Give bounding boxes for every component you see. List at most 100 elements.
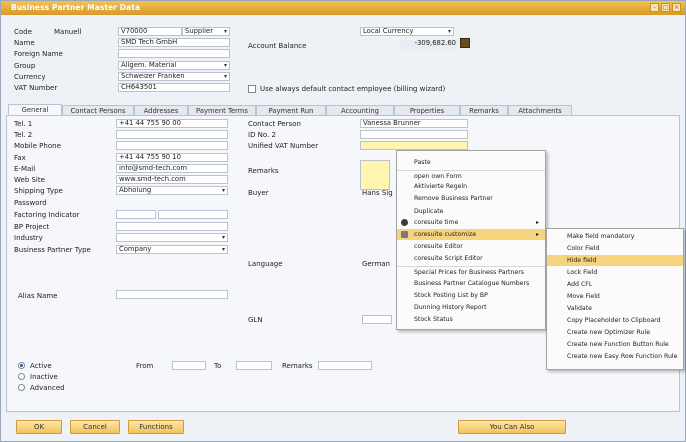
alias-name-label: Alias Name	[18, 292, 58, 300]
menu-item-duplicate[interactable]: Duplicate	[397, 206, 545, 217]
website-field[interactable]: www.smd-tech.com	[116, 175, 228, 184]
language-label: Language	[248, 260, 283, 268]
account-balance-value: -309,682.60	[400, 40, 458, 49]
shipping-type-select[interactable]: Abholung	[116, 186, 228, 195]
customize-submenu: Make field mandatory Color Field Hide fi…	[546, 228, 684, 370]
advanced-radio[interactable]	[18, 384, 25, 391]
menu-item-coresuite-script-editor[interactable]: coresuite Script Editor	[397, 253, 545, 264]
contact-person-field[interactable]: Vanessa Brunner	[360, 119, 468, 128]
buyer-value[interactable]: Hans Sig	[362, 189, 393, 197]
code-series[interactable]: Manuell	[54, 28, 81, 36]
bp-project-field[interactable]	[116, 222, 228, 231]
vat-label: VAT Number	[14, 84, 58, 92]
submenu-item-hide-field[interactable]: Hide field	[547, 255, 683, 266]
inactive-label: Inactive	[30, 373, 58, 381]
close-icon[interactable]: ×	[672, 3, 681, 12]
status-remarks-label: Remarks	[282, 362, 313, 370]
alias-name-field[interactable]	[116, 290, 228, 299]
balance-drilldown-icon[interactable]	[460, 38, 470, 48]
minimize-icon[interactable]: –	[650, 3, 659, 12]
menu-item-coresuite-time-label: coresuite time	[414, 219, 459, 226]
menu-item-dunning-history[interactable]: Dunning History Report	[397, 302, 545, 313]
menu-item-special-prices[interactable]: Special Prices for Business Partners	[397, 266, 545, 277]
mobile-phone-field[interactable]	[116, 141, 228, 150]
active-radio[interactable]	[18, 362, 25, 369]
unified-vat-label: Unified VAT Number	[248, 142, 319, 150]
currency-select[interactable]: Schweizer Franken	[118, 72, 230, 81]
tel1-field[interactable]: +41 44 755 90 00	[116, 119, 228, 128]
menu-item-coresuite-customize[interactable]: coresuite customize ▸	[397, 229, 545, 240]
password-label: Password	[14, 199, 47, 207]
id-no2-label: ID No. 2	[248, 131, 276, 139]
status-remarks-field[interactable]	[318, 361, 372, 370]
to-date-field[interactable]	[236, 361, 272, 370]
you-can-also-button[interactable]: You Can Also	[458, 420, 566, 434]
bp-type-label: Business Partner Type	[14, 246, 91, 254]
factoring-indicator-label: Factoring Indicator	[14, 211, 80, 219]
group-select[interactable]: Allgem. Material	[118, 61, 230, 70]
clock-icon	[401, 219, 408, 226]
contact-person-label: Contact Person	[248, 120, 301, 128]
submenu-item-function-button-rule[interactable]: Create new Function Button Rule	[547, 339, 683, 350]
window-title: Business Partner Master Data	[11, 3, 141, 12]
menu-item-coresuite-editor[interactable]: coresuite Editor	[397, 241, 545, 252]
submenu-item-optimizer-rule[interactable]: Create new Optimizer Rule	[547, 327, 683, 338]
local-currency-select[interactable]: Local Currency	[360, 27, 454, 36]
chevron-right-icon: ▸	[535, 231, 539, 238]
menu-item-stock-posting-list[interactable]: Stock Posting List by BP	[397, 290, 545, 301]
foreign-name-field[interactable]	[118, 49, 230, 58]
from-date-field[interactable]	[172, 361, 206, 370]
submenu-item-color-field[interactable]: Color Field	[547, 243, 683, 254]
menu-item-stock-status[interactable]: Stock Status	[397, 314, 545, 325]
vat-field[interactable]: CH643501	[118, 83, 230, 92]
default-contact-label: Use always default contact employee (bil…	[260, 85, 446, 93]
remarks-field[interactable]	[360, 160, 390, 190]
menu-item-coresuite-customize-label: coresuite customize	[414, 231, 477, 238]
menu-item-coresuite-time[interactable]: coresuite time ▸	[397, 217, 545, 228]
bp-type-select[interactable]: Supplier	[182, 27, 230, 36]
menu-item-paste[interactable]: Paste	[397, 157, 545, 168]
context-menu: Paste open own Form Aktivierte Regeln Re…	[396, 150, 546, 330]
gln-field[interactable]	[362, 315, 392, 324]
id-no2-field[interactable]	[360, 130, 468, 139]
submenu-item-add-cfl[interactable]: Add CFL	[547, 279, 683, 290]
currency-label: Currency	[14, 73, 46, 81]
maximize-icon[interactable]: □	[661, 3, 670, 12]
advanced-label: Advanced	[30, 384, 65, 392]
foreign-name-label: Foreign Name	[14, 50, 63, 58]
industry-label: Industry	[14, 234, 43, 242]
to-label: To	[214, 362, 222, 370]
inactive-radio[interactable]	[18, 373, 25, 380]
ok-button[interactable]: OK	[16, 420, 62, 434]
tel2-field[interactable]	[116, 130, 228, 139]
submenu-item-move-field[interactable]: Move Field	[547, 291, 683, 302]
submenu-item-copy-placeholder[interactable]: Copy Placeholder to Clipboard	[547, 315, 683, 326]
menu-item-bp-catalogue-numbers[interactable]: Business Partner Catalogue Numbers	[397, 278, 545, 289]
submenu-item-make-mandatory[interactable]: Make field mandatory	[547, 231, 683, 242]
tel2-label: Tel. 2	[14, 131, 33, 139]
cancel-button[interactable]: Cancel	[70, 420, 120, 434]
unified-vat-field[interactable]	[360, 141, 468, 150]
industry-select[interactable]	[116, 233, 228, 242]
submenu-item-lock-field[interactable]: Lock Field	[547, 267, 683, 278]
fax-field[interactable]: +41 44 755 90 10	[116, 153, 228, 162]
default-contact-checkbox[interactable]	[248, 85, 256, 93]
code-field[interactable]: V70000	[118, 27, 182, 36]
title-bar[interactable]: Business Partner Master Data – □ ×	[1, 1, 685, 15]
factoring-indicator-field[interactable]	[116, 210, 156, 219]
website-label: Web Site	[14, 176, 45, 184]
menu-item-open-own-form[interactable]: open own Form	[397, 170, 545, 181]
buyer-label: Buyer	[248, 189, 269, 197]
functions-button[interactable]: Functions	[128, 420, 184, 434]
language-value[interactable]: German	[362, 260, 390, 268]
bp-type-category-select[interactable]: Company	[116, 245, 228, 254]
email-field[interactable]: info@smd-tech.com	[116, 164, 228, 173]
name-label: Name	[14, 39, 35, 47]
menu-item-aktivierte-regeln[interactable]: Aktivierte Regeln	[397, 181, 545, 192]
name-field[interactable]: SMD Tech GmbH	[118, 38, 230, 47]
submenu-item-easy-row-rule[interactable]: Create new Easy Row Function Rule	[547, 351, 683, 362]
submenu-item-validate[interactable]: Validate	[547, 303, 683, 314]
email-label: E-Mail	[14, 165, 36, 173]
menu-item-remove-bp[interactable]: Remove Business Partner	[397, 193, 545, 204]
tel1-label: Tel. 1	[14, 120, 33, 128]
